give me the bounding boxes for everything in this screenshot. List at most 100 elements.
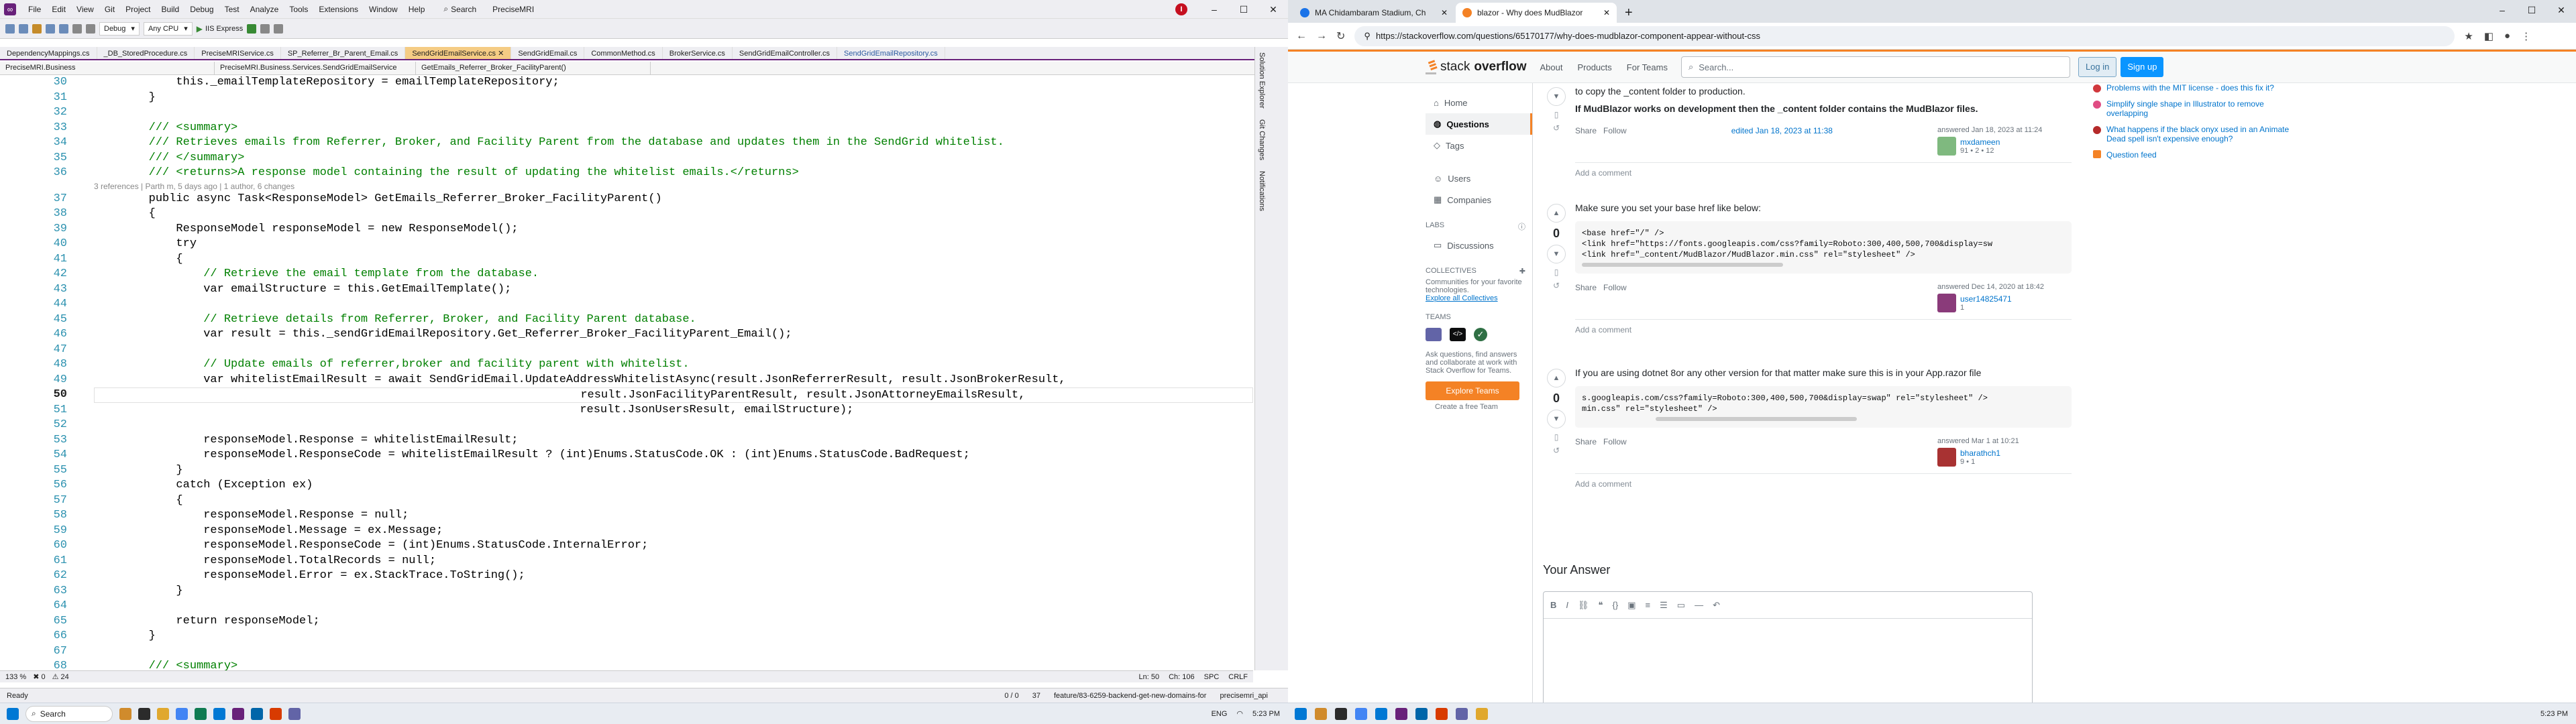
folder-icon[interactable] (1476, 707, 1488, 720)
code-line[interactable]: ResponseModel responseModel = new Respon… (94, 222, 1253, 237)
chrome-icon[interactable] (176, 707, 188, 720)
reload-icon[interactable]: ↻ (1336, 29, 1345, 43)
downvote-icon[interactable]: ▼ (1547, 410, 1566, 428)
code-line[interactable]: var whitelistEmailResult = await SendGri… (94, 373, 1253, 388)
forward-icon[interactable]: → (1316, 30, 1327, 42)
tab-sendgridemail[interactable]: SendGridEmail.cs (511, 47, 585, 59)
explore-teams-button[interactable]: Explore Teams (1426, 381, 1519, 400)
horizontal-scrollbar[interactable] (1656, 417, 1857, 421)
nav-home[interactable]: ⌂ Home (1426, 93, 1532, 113)
hot-question-link[interactable]: What happens if the black onyx used in a… (2106, 125, 2294, 143)
tab-sendgridemailservice[interactable]: SendGridEmailService.cs ✕ (405, 47, 512, 59)
add-comment-link[interactable]: Add a comment (1575, 319, 2072, 335)
share-link[interactable]: Share (1575, 437, 1597, 467)
code-line[interactable]: responseModel.Response = null; (94, 508, 1253, 524)
code-line[interactable]: responseModel.TotalRecords = null; (94, 554, 1253, 569)
code-line[interactable]: return responseModel; (94, 614, 1253, 629)
profile-icon[interactable]: ● (2504, 30, 2510, 42)
upvote-icon[interactable]: ▲ (1547, 204, 1566, 223)
share-link[interactable]: Share (1575, 126, 1597, 156)
extensions-icon[interactable]: ◧ (2484, 30, 2493, 42)
folder-icon[interactable] (157, 707, 169, 720)
code-line[interactable]: } (94, 629, 1253, 644)
code-line[interactable] (94, 599, 1253, 614)
question-feed-link[interactable]: Question feed (2106, 150, 2157, 160)
platform-select[interactable]: Any CPU ▾ (143, 21, 193, 36)
menu-build[interactable]: Build (156, 5, 185, 14)
downvote-icon[interactable]: ▼ (1547, 245, 1566, 263)
avatar[interactable] (1937, 137, 1956, 156)
link-icon[interactable]: ⛓ (1578, 600, 1589, 611)
bookmark-icon[interactable]: ▯ (1543, 110, 1570, 119)
codelens-info[interactable]: 3 references | Parth m, 5 days ago | 1 a… (94, 181, 1253, 192)
bookmark-star-icon[interactable]: ★ (2464, 30, 2473, 42)
login-button[interactable]: Log in (2078, 57, 2117, 77)
vscode-icon[interactable] (1415, 707, 1428, 720)
close-tab-icon[interactable]: ✕ (1441, 8, 1448, 17)
back-icon[interactable]: ← (1296, 30, 1307, 42)
tab-sp-referrer[interactable]: SP_Referrer_Br_Parent_Email.cs (281, 47, 406, 59)
hot-question-link[interactable]: Simplify single shape in Illustrator to … (2106, 99, 2294, 118)
follow-link[interactable]: Follow (1603, 437, 1627, 467)
maximize-icon[interactable]: ☐ (1229, 0, 1258, 19)
nav-users[interactable]: ☺ Users (1426, 168, 1532, 189)
menu-file[interactable]: File (23, 5, 46, 14)
code-line[interactable]: result.JsonFacilityParentResult, result.… (94, 387, 1253, 403)
menu-git[interactable]: Git (99, 5, 120, 14)
bookmark-icon[interactable]: ▯ (1543, 432, 1570, 442)
tab-brokerservice[interactable]: BrokerService.cs (663, 47, 733, 59)
minimize-icon[interactable]: – (2487, 0, 2517, 20)
history-icon[interactable]: ↺ (1543, 281, 1570, 290)
maximize-icon[interactable]: ☐ (2517, 0, 2546, 20)
solution-explorer-tab[interactable]: Solution Explorer (1255, 47, 1269, 114)
member-dropdown[interactable]: GetEmails_Referrer_Broker_FacilityParent… (416, 62, 651, 74)
back-icon[interactable] (5, 23, 15, 34)
input-language[interactable]: ENG (1212, 710, 1228, 718)
git-changes-count[interactable]: 0 / 0 (1004, 692, 1018, 700)
avatar[interactable] (1937, 294, 1956, 312)
app-icon[interactable] (270, 707, 282, 720)
whitespace-mode[interactable]: SPC (1204, 673, 1220, 681)
create-free-team-link[interactable]: Create a free Team (1426, 403, 1532, 411)
follow-link[interactable]: Follow (1603, 126, 1627, 156)
add-comment-link[interactable]: Add a comment (1575, 473, 2072, 489)
code-line[interactable]: catch (Exception ex) (94, 478, 1253, 493)
edited-info[interactable]: edited Jan 18, 2023 at 11:38 (1731, 126, 1833, 156)
code-line[interactable]: { (94, 206, 1253, 222)
code-line[interactable]: /// Retrieves emails from Referrer, Brok… (94, 135, 1253, 151)
code-line[interactable]: var result = this._sendGridEmailReposito… (94, 327, 1253, 343)
user-avatar[interactable]: I (1175, 3, 1187, 15)
warning-count[interactable]: ⚠ 24 (52, 672, 69, 681)
code-line[interactable]: // Retrieve the email template from the … (94, 267, 1253, 282)
code-line[interactable]: this._emailTemplateRepository = emailTem… (94, 75, 1253, 90)
chrome-icon[interactable] (1355, 707, 1367, 720)
address-bar[interactable]: ⚲ https://stackoverflow.com/questions/65… (1354, 25, 2455, 46)
taskbar-search[interactable]: ⌕ Search (25, 705, 113, 722)
code-area[interactable]: this._emailTemplateRepository = emailTem… (94, 75, 1253, 670)
history-icon[interactable]: ↺ (1543, 446, 1570, 455)
menu-project[interactable]: Project (120, 5, 156, 14)
user-name[interactable]: bharathch1 (1960, 448, 2000, 458)
save-icon[interactable] (46, 23, 55, 34)
horizontal-scrollbar[interactable] (1582, 263, 1783, 267)
code-line[interactable]: } (94, 90, 1253, 106)
nav-companies[interactable]: ▦ Companies (1426, 189, 1532, 210)
answer-editor[interactable]: BI ⛓ ❝ {} ▣ ≡ ☰ ▭ — ↶ (1543, 591, 2033, 703)
code-line[interactable]: /// </summary> (94, 151, 1253, 166)
user-name[interactable]: mxdameen (1960, 137, 2000, 147)
menu-view[interactable]: View (71, 5, 99, 14)
heading-icon[interactable]: ▭ (1677, 600, 1685, 611)
for-teams-link[interactable]: For Teams (1627, 62, 1668, 72)
start-without-debug-icon[interactable] (247, 23, 257, 34)
vs-search-box[interactable]: ⌕ Search (438, 4, 482, 14)
error-count[interactable]: ✖ 0 (33, 672, 45, 681)
browser-tab-stadium[interactable]: MA Chidambaram Stadium, Ch ✕ (1293, 3, 1454, 23)
menu-edit[interactable]: Edit (46, 5, 71, 14)
clock[interactable]: 5:23 PM (1252, 710, 1280, 718)
so-search-input[interactable]: ⌕ Search... (1680, 56, 2070, 78)
tab-commonmethod[interactable]: CommonMethod.cs (584, 47, 663, 59)
code-line[interactable]: // Update emails of referrer,broker and … (94, 357, 1253, 373)
code-line[interactable]: try (94, 237, 1253, 252)
code-line[interactable]: /// <summary> (94, 121, 1253, 136)
code-line[interactable] (94, 297, 1253, 312)
